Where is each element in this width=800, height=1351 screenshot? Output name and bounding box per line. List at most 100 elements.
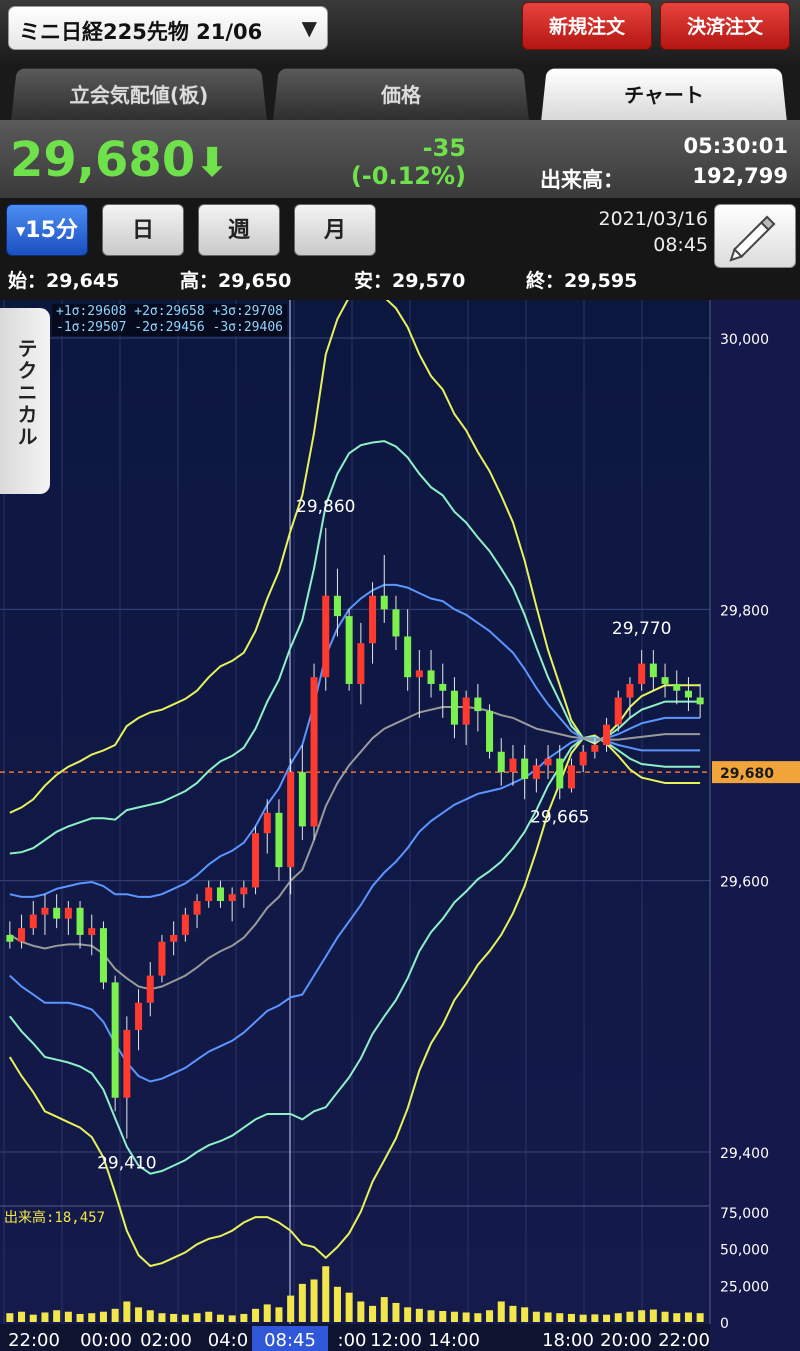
candle-body	[521, 758, 529, 779]
bollinger-legend: +1σ:29608 +2σ:29658 +3σ:29708 -1σ:29507 …	[52, 304, 287, 336]
price-time: 05:30:01	[683, 134, 788, 158]
volume-bar	[696, 1313, 704, 1322]
tab-price[interactable]: 価格	[273, 68, 529, 121]
ohlc-close: 終：29,595	[526, 270, 638, 292]
chart-date: 2021/03/16	[598, 208, 708, 230]
volume-bar	[6, 1313, 14, 1322]
volume-bar	[638, 1310, 646, 1322]
volume-bar	[486, 1310, 494, 1322]
volume-tick-label: 25,000	[720, 1279, 769, 1295]
volume-bar	[158, 1313, 166, 1322]
candle-body	[497, 751, 505, 773]
candle-body	[439, 683, 447, 691]
volume-bar	[310, 1279, 318, 1322]
price-annotation: 29,860	[296, 497, 355, 517]
volume-bar	[415, 1308, 423, 1322]
volume-bar	[181, 1314, 189, 1322]
volume-bar	[287, 1295, 295, 1322]
candle-body	[357, 643, 365, 684]
chart-datetime: 2021/03/16 08:45	[560, 206, 708, 258]
volume-bar	[205, 1311, 213, 1322]
period-label: 15分	[25, 218, 78, 243]
volume-bar	[252, 1308, 260, 1322]
price-change-percent: (-0.12%)	[350, 162, 466, 190]
price-tick-label: 29,800	[720, 603, 769, 619]
volume-bar	[29, 1314, 37, 1322]
volume-bar	[684, 1312, 692, 1322]
price-annotation: 29,665	[530, 807, 589, 827]
volume-bar	[41, 1312, 49, 1322]
volume-tick-label: 0	[720, 1316, 729, 1332]
tab-chart[interactable]: チャート	[541, 68, 787, 121]
volume-bar	[614, 1313, 622, 1322]
candle-body	[544, 758, 552, 766]
period-15min-button[interactable]: ▼15分	[6, 204, 88, 256]
time-tick-label: 22:00	[8, 1330, 60, 1351]
time-tick-label: 22:00	[658, 1330, 710, 1351]
last-price-value: 29,680	[10, 132, 196, 188]
volume-bar	[345, 1292, 353, 1322]
candle-body	[205, 887, 213, 902]
last-price: 29,680⬇	[10, 132, 229, 188]
price-tick-label: 29,600	[720, 875, 769, 891]
candle-body	[322, 595, 330, 678]
candle-body	[41, 907, 49, 915]
draw-button[interactable]	[714, 204, 796, 268]
technical-tab[interactable]: テクニカル	[0, 308, 50, 494]
volume-bar	[111, 1308, 119, 1322]
current-price-tag-label: 29,680	[720, 766, 774, 782]
bollinger-legend-upper: +1σ:29608 +2σ:29658 +3σ:29708	[56, 304, 283, 319]
candle-body	[392, 609, 400, 637]
candle-body	[638, 663, 646, 684]
period-day-button[interactable]: 日	[102, 204, 184, 256]
volume-bar	[76, 1313, 84, 1322]
candle-body	[450, 690, 458, 725]
volume-bar	[263, 1304, 271, 1322]
candle-body	[579, 751, 587, 766]
candle-body	[310, 677, 318, 827]
volume-bar	[193, 1313, 201, 1322]
settle-order-button[interactable]: 決済注文	[660, 2, 790, 50]
volume-bar	[626, 1311, 634, 1322]
candle-body	[76, 907, 84, 935]
arrow-down-icon: ⬇	[195, 140, 229, 186]
volume-bar	[322, 1266, 330, 1322]
candle-body	[474, 697, 482, 712]
new-order-button[interactable]: 新規注文	[522, 2, 652, 50]
tab-label: 価格	[380, 83, 422, 108]
volume-bar	[521, 1307, 529, 1322]
candle-body	[661, 677, 669, 684]
technical-tab-label: テクニカル	[14, 338, 38, 448]
candle-body	[275, 812, 283, 868]
price-annotation: 29,770	[612, 619, 671, 639]
price-chart[interactable]: 30,000 29,800 29,600 29,400 29,680 29,860 29,7…	[0, 300, 800, 1351]
symbol-select[interactable]: ミニ日経225先物 21/06 ▼	[8, 6, 328, 50]
candle-body	[486, 711, 494, 752]
period-bar: ▼15分 日 週 月 2021/03/16 08:45 始：29,645 高：2…	[0, 198, 800, 300]
price-annotation: 29,410	[97, 1153, 156, 1173]
period-week-button[interactable]: 週	[198, 204, 280, 256]
candle-body	[345, 616, 353, 684]
time-tick-label: 14:00	[428, 1330, 480, 1351]
volume-bar	[474, 1313, 482, 1322]
time-tick-label: 12:00	[370, 1330, 422, 1351]
price-change: -35 (-0.12%)	[340, 134, 466, 190]
volume-bar	[462, 1312, 470, 1322]
candle-body	[263, 812, 271, 834]
volume-bar	[567, 1313, 575, 1322]
period-month-button[interactable]: 月	[294, 204, 376, 256]
ohlc-open: 始：29,645	[8, 270, 120, 292]
candle-body	[532, 765, 540, 779]
candle-body	[626, 683, 634, 698]
tab-label: 立会気配値(板)	[69, 83, 209, 108]
price-header: 29,680⬇ -35 (-0.12%) 05:30:01 出来高： 192,7…	[0, 120, 800, 198]
candle-body	[614, 697, 622, 725]
volume-bar	[53, 1310, 61, 1322]
candle-body	[380, 595, 388, 610]
candle-body	[29, 914, 37, 929]
price-tick-label: 29,400	[720, 1146, 769, 1162]
volume-bar	[380, 1297, 388, 1322]
tab-order-book[interactable]: 立会気配値(板)	[11, 68, 267, 121]
ohlc-high: 高：29,650	[180, 270, 292, 292]
volume-bar	[579, 1314, 587, 1322]
